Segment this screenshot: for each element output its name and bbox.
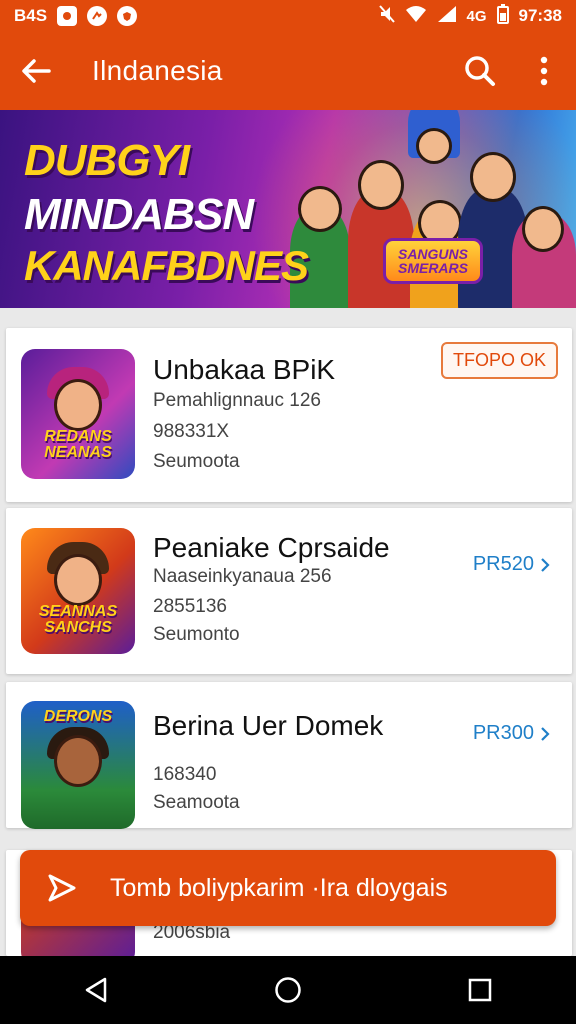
send-icon [20,850,104,926]
character-head [470,152,516,202]
thumbnail-logo-text: DERONS [43,708,113,725]
price-label: PR520 [472,553,534,575]
data-icon: 4G [466,7,487,25]
home-circle-icon [275,977,301,1003]
app-bar: Ilndanesia [0,32,576,110]
item-title: Unbakaa BPiK [153,354,336,385]
character-head [522,206,564,252]
system-nav-bar [0,956,576,1024]
back-button[interactable] [0,32,72,110]
nav-recents-button[interactable] [440,956,520,1024]
recents-square-icon [468,978,492,1002]
mute-icon [378,4,395,28]
app-title: Ilndanesia [92,55,223,86]
character-head [298,186,342,232]
arrow-left-icon [22,59,51,83]
search-icon [465,56,495,86]
character-face [54,554,102,606]
character-head [358,160,404,210]
price-link[interactable]: PR300 [473,722,550,745]
item-subtitle: Pemahlignnauc 126 [153,390,321,411]
game-thumbnail: DERONS [21,701,135,829]
game-thumbnail: REDANS NEANAS [21,349,135,479]
image-icon [57,6,78,26]
battery-icon [496,3,509,29]
status-bar: B4S 4G 97:38 [0,0,576,32]
price-link[interactable]: PR520 [473,553,550,576]
status-right: 4G 97:38 [378,3,562,29]
banner-headline-1: DUBGYI [24,136,190,185]
game-thumbnail: SEANNAS SANCHS [21,528,135,654]
thumbnail-logo-text: REDANS NEANAS [44,428,112,461]
status-time: 97:38 [518,6,562,25]
item-subtitle: Naaseinkyanaua 256 [153,566,332,587]
wifi-icon [405,5,427,28]
banner-headline-3: KANAFBDNES [24,242,309,289]
shield-icon [117,6,138,26]
list-item[interactable]: SEANNAS SANCHS Peaniake Cprsaide Naasein… [6,508,572,674]
chevron-right-icon [541,557,550,572]
item-code: 2855136 [153,596,227,617]
more-vert-icon [540,56,548,86]
item-title: Peaniake Cprsaide [153,532,390,563]
signal-icon [437,5,457,28]
list-item[interactable]: REDANS NEANAS Unbakaa BPiK Pemahlignnauc… [6,328,572,502]
back-triangle-icon [85,977,107,1003]
status-left: B4S [14,6,138,26]
character-face [54,735,102,787]
list-item[interactable]: DERONS Berina Uer Domek 168340 Seamoota … [6,682,572,829]
item-status: Seamoota [153,792,240,813]
item-title: Berina Uer Domek [153,710,384,741]
chevron-right-icon [541,726,550,741]
banner-headline-2: MINDABSN [24,190,254,239]
nav-back-button[interactable] [56,956,136,1024]
item-code: 168340 [153,764,217,785]
cta-label: Tomb boliypkarim ·Ira dloygais [110,873,448,902]
promo-banner[interactable]: DUBGYI MINDABSN KANAFBDNES [0,110,576,308]
nav-home-button[interactable] [248,956,328,1024]
cta-button[interactable]: Tomb boliypkarim ·Ira dloygais [20,850,556,926]
price-label: PR300 [472,722,534,744]
more-options-button[interactable] [512,32,576,110]
status-tag[interactable]: TFOPO OK [440,342,558,379]
status-left-text: B4S [14,6,48,25]
item-code: 988331X [153,421,230,442]
message-icon [87,6,108,26]
item-status: Seumoota [153,451,240,472]
search-button[interactable] [448,32,512,110]
character-face [54,379,102,431]
character-head [416,128,452,164]
item-status: Seumonto [153,624,240,645]
banner-game-logo: SANGUNS SMERARS [383,238,483,284]
thumbnail-logo-text: SEANNAS SANCHS [38,603,118,636]
